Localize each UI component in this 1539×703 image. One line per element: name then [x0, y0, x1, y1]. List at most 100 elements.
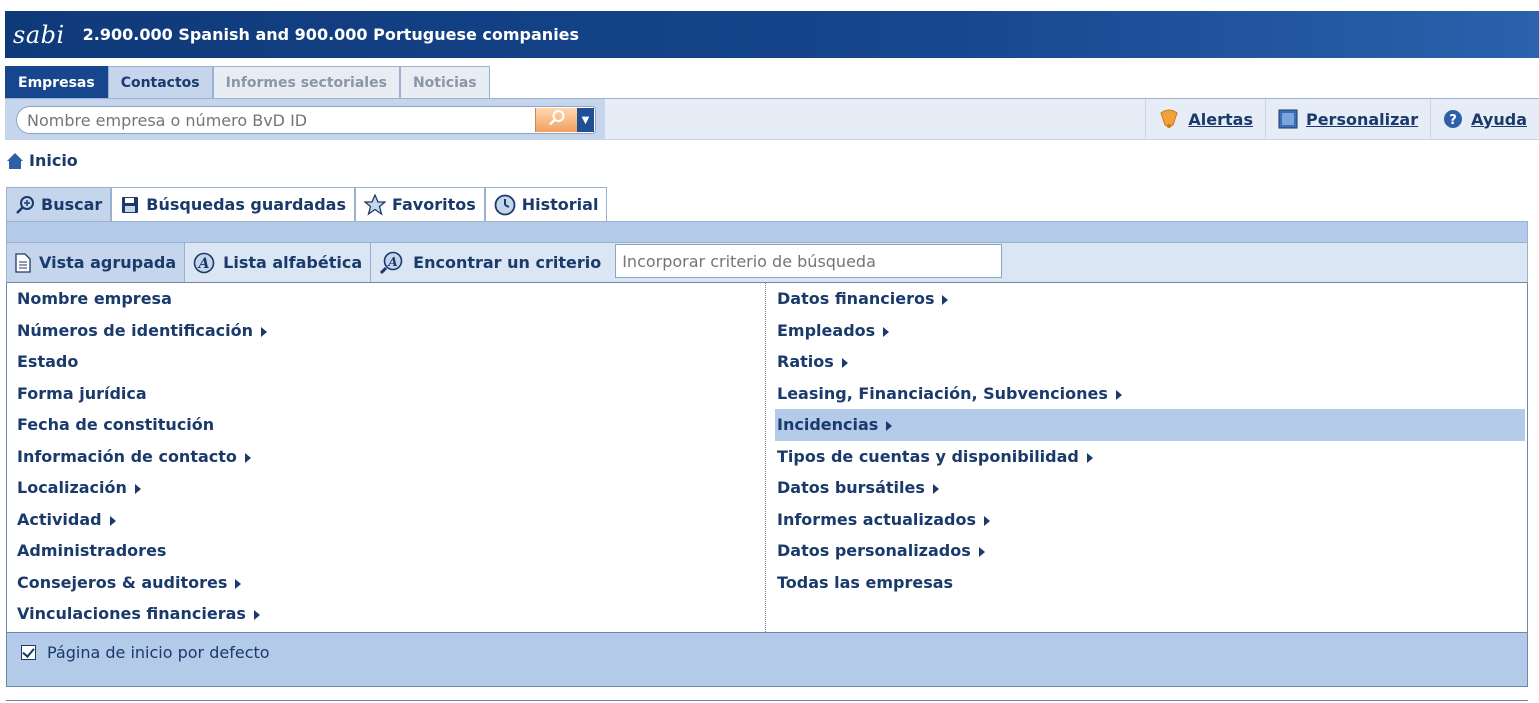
criterion-label: Localización	[17, 478, 127, 498]
submenu-arrow-icon	[983, 515, 990, 526]
criterion-label: Leasing, Financiación, Subvenciones	[777, 383, 1108, 403]
company-search-box: ▼	[16, 106, 596, 134]
view-bar: Vista agrupada A Lista alfabética A Enco…	[6, 243, 1528, 283]
tab-buscar-label: Buscar	[41, 195, 103, 214]
find-criterion-button[interactable]: A Encontrar un criterio	[371, 243, 609, 282]
sabi-logo[interactable]: sabi	[13, 21, 65, 49]
criterion-actividad[interactable]: Actividad	[7, 504, 765, 536]
top-tabs: Empresas Contactos Informes sectoriales …	[5, 66, 490, 98]
criterion-label: Empleados	[777, 320, 876, 340]
help-icon: ?	[1443, 109, 1463, 129]
floppy-disk-icon	[120, 195, 140, 215]
alphabet-icon: A	[193, 252, 215, 274]
criterion-datos-financieros[interactable]: Datos financieros	[775, 283, 1525, 315]
default-home-label: Página de inicio por defecto	[47, 643, 270, 662]
alerts-link[interactable]: Alertas	[1145, 99, 1265, 139]
customize-icon	[1278, 109, 1298, 129]
criterion-nombre-empresa[interactable]: Nombre empresa	[7, 283, 765, 315]
header-tagline: 2.900.000 Spanish and 900.000 Portuguese…	[82, 25, 580, 44]
company-search-input[interactable]	[27, 109, 532, 131]
bottom-divider	[6, 700, 1528, 701]
tab-contactos[interactable]: Contactos	[107, 66, 213, 98]
breadcrumb[interactable]: Inicio	[6, 151, 78, 170]
criterion-datos-personalizados[interactable]: Datos personalizados	[775, 535, 1525, 567]
tab-historial[interactable]: Historial	[484, 187, 608, 221]
criterion-forma-juridica[interactable]: Forma jurídica	[7, 378, 765, 410]
criteria-panel: Nombre empresa Números de identificación E…	[6, 283, 1528, 632]
find-criterion-icon: A	[379, 251, 405, 275]
criteria-right-column: Datos financieros Empleados Ratios Leasing,…	[775, 283, 1525, 632]
alphabetical-list-label: Lista alfabética	[223, 253, 363, 272]
criterion-administradores[interactable]: Administradores	[7, 535, 765, 567]
criterion-estado[interactable]: Estado	[7, 346, 765, 378]
tab-empresas[interactable]: Empresas	[5, 66, 108, 98]
find-criterion-label: Encontrar un criterio	[413, 253, 602, 272]
tab-favoritos[interactable]: Favoritos	[354, 187, 485, 221]
criterion-datos-bursatiles[interactable]: Datos bursátiles	[775, 472, 1525, 504]
customize-link[interactable]: Personalizar	[1264, 99, 1430, 139]
criterion-label: Estado	[17, 352, 79, 372]
criterion-leasing-financiacion-subvenciones[interactable]: Leasing, Financiación, Subvenciones	[775, 378, 1525, 410]
svg-text:?: ?	[1449, 113, 1457, 128]
help-link[interactable]: ? Ayuda	[1430, 99, 1539, 139]
submenu-arrow-icon	[1086, 452, 1093, 463]
svg-text:A: A	[197, 256, 210, 272]
criterion-numeros-de-identificacion[interactable]: Números de identificación	[7, 315, 765, 347]
clock-icon	[494, 194, 516, 216]
submenu-arrow-icon	[253, 610, 260, 621]
tab-informes-sectoriales: Informes sectoriales	[212, 66, 400, 98]
customize-label: Personalizar	[1305, 109, 1419, 129]
criterion-label: Todas las empresas	[777, 572, 954, 592]
tab-busquedas-guardadas[interactable]: Búsquedas guardadas	[111, 187, 355, 221]
tab-buscar[interactable]: Buscar	[6, 187, 112, 221]
document-icon	[15, 252, 31, 273]
submenu-arrow-icon	[1115, 389, 1122, 400]
submenu-arrow-icon	[841, 358, 848, 369]
criterion-empleados[interactable]: Empleados	[775, 315, 1525, 347]
criteria-left-column: Nombre empresa Números de identificación E…	[7, 283, 766, 632]
criterion-vinculaciones-financieras[interactable]: Vinculaciones financieras	[7, 598, 765, 630]
criterion-label: Nombre empresa	[17, 289, 172, 309]
panel-footer: Página de inicio por defecto	[6, 632, 1528, 687]
criterion-ratios[interactable]: Ratios	[775, 346, 1525, 378]
submenu-arrow-icon	[109, 515, 116, 526]
bell-icon	[1158, 109, 1180, 129]
alerts-label: Alertas	[1188, 109, 1253, 129]
criterion-informes-actualizados[interactable]: Informes actualizados	[775, 504, 1525, 536]
grouped-view-button[interactable]: Vista agrupada	[7, 243, 186, 282]
toolbar-links: Alertas Personalizar ? Ayuda	[1145, 99, 1539, 139]
tab-historial-label: Historial	[521, 195, 599, 214]
tab-busquedas-guardadas-label: Búsquedas guardadas	[146, 195, 346, 214]
submenu-arrow-icon	[134, 484, 141, 495]
help-label: Ayuda	[1471, 109, 1527, 129]
search-options-dropdown[interactable]: ▼	[577, 108, 594, 132]
criterion-search-input[interactable]	[615, 244, 1003, 278]
criterion-tipos-de-cuentas-y-disponibilidad[interactable]: Tipos de cuentas y disponibilidad	[775, 441, 1525, 473]
criterion-informacion-de-contacto[interactable]: Información de contacto	[7, 441, 765, 473]
submenu-arrow-icon	[235, 578, 242, 589]
criterion-incidencias[interactable]: Incidencias	[775, 409, 1525, 441]
section-tabs: Buscar Búsquedas guardadas Favoritos His…	[6, 187, 608, 221]
criterion-label: Datos bursátiles	[777, 478, 925, 498]
alphabetical-list-button[interactable]: A Lista alfabética	[185, 243, 372, 282]
criterion-fecha-de-constitucion[interactable]: Fecha de constitución	[7, 409, 765, 441]
magnifier-icon	[548, 109, 566, 131]
panel-header-strip	[6, 221, 1528, 243]
criterion-label: Números de identificación	[17, 320, 253, 340]
submenu-arrow-icon	[978, 547, 985, 558]
default-home-checkbox[interactable]	[21, 645, 36, 660]
criterion-todas-las-empresas[interactable]: Todas las empresas	[775, 567, 1525, 599]
svg-text:A: A	[387, 255, 397, 269]
criterion-label: Información de contacto	[17, 446, 237, 466]
criterion-localizacion[interactable]: Localización	[7, 472, 765, 504]
search-button[interactable]	[535, 108, 577, 132]
criterion-consejeros-auditores[interactable]: Consejeros & auditores	[7, 567, 765, 599]
criterion-label: Informes actualizados	[777, 509, 976, 529]
breadcrumb-home[interactable]: Inicio	[29, 151, 78, 170]
criterion-label: Incidencias	[777, 415, 879, 435]
criterion-label: Datos financieros	[777, 289, 935, 309]
search-toolbar: ▼ Alertas Personalizar ? Ayuda	[5, 98, 1539, 140]
submenu-arrow-icon	[260, 326, 267, 337]
search-plus-icon	[15, 195, 35, 215]
search-area: ▼	[5, 99, 605, 139]
